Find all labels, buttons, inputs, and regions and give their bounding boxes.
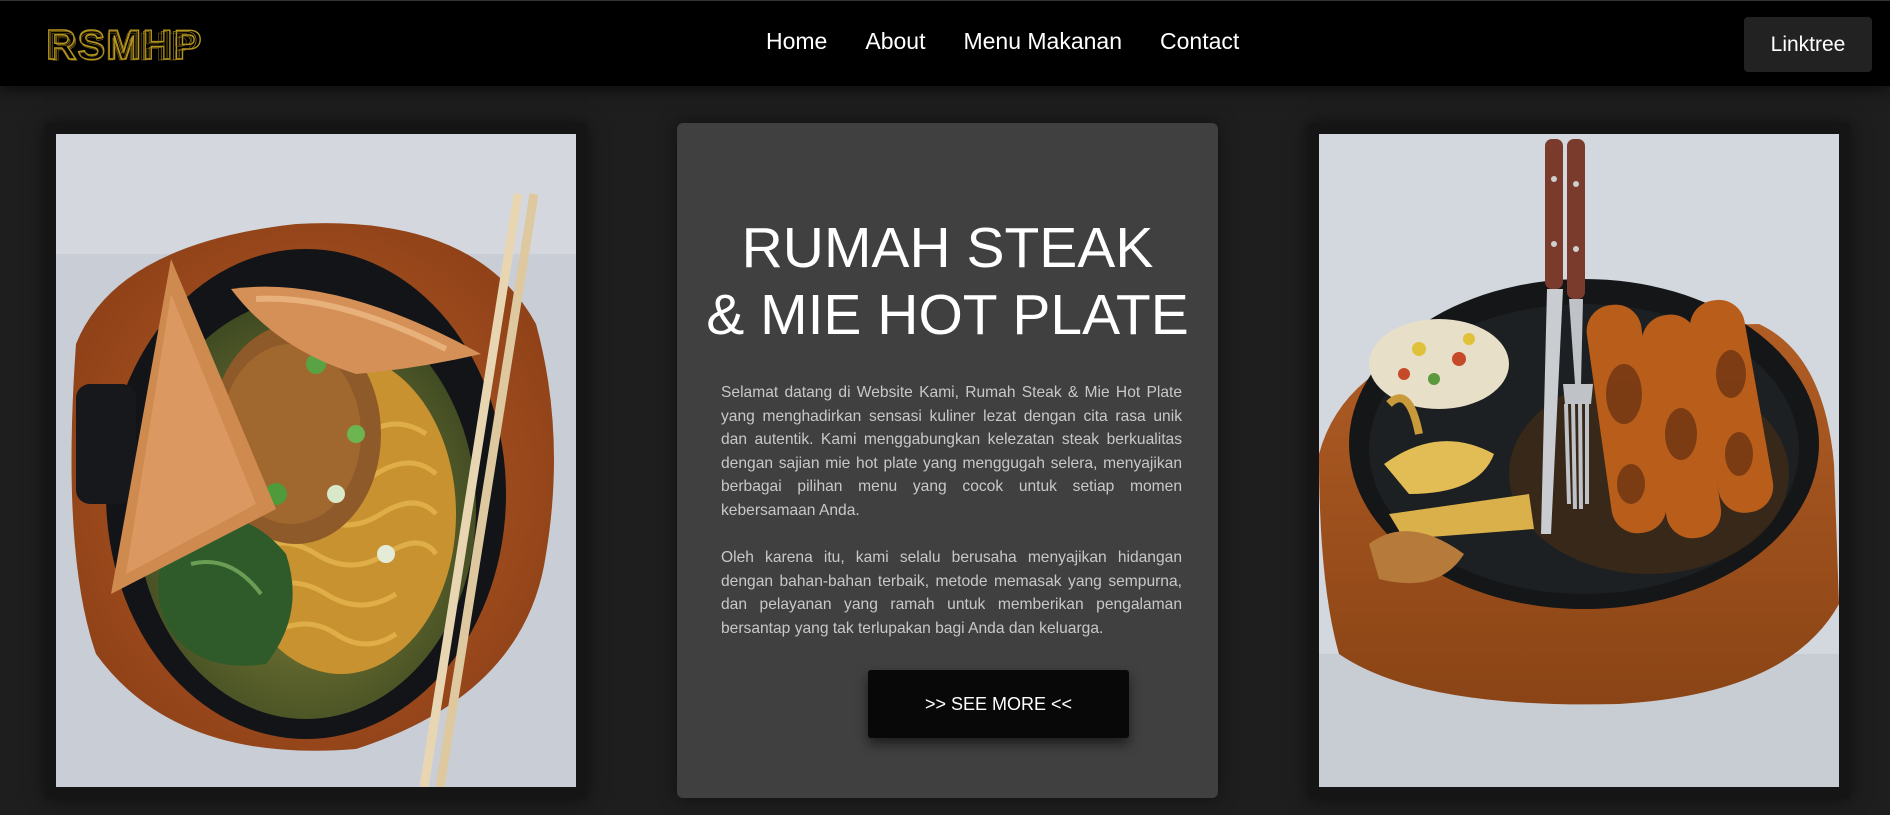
- hero-paragraph-1: Selamat datang di Website Kami, Rumah St…: [721, 384, 1182, 519]
- hero-title-line-1: RUMAH STEAK: [741, 216, 1154, 280]
- navbar: RSMHP RSMHP RSMHP Home About Menu Makana…: [0, 0, 1890, 86]
- main-nav: Home About Menu Makanan Contact: [766, 28, 1239, 55]
- nav-contact-link[interactable]: Contact: [1160, 28, 1239, 55]
- svg-text:RSMHP: RSMHP: [50, 26, 194, 67]
- brand-logo[interactable]: RSMHP RSMHP RSMHP: [44, 20, 234, 69]
- steak-hot-plate-image: [1319, 134, 1839, 787]
- hero-card: RUMAH STEAK & MIE HOT PLATE Selamat data…: [677, 123, 1218, 798]
- linktree-button[interactable]: Linktree: [1744, 17, 1872, 72]
- steak-hot-plate-photo: [1319, 134, 1839, 787]
- hero-description: Selamat datang di Website Kami, Rumah St…: [721, 381, 1182, 641]
- hero-title: RUMAH STEAK & MIE HOT PLATE: [677, 215, 1218, 349]
- right-photo-frame: [1308, 123, 1850, 799]
- hero-title-line-2: & MIE HOT PLATE: [706, 283, 1189, 347]
- mie-hot-plate-photo: [56, 134, 576, 787]
- see-more-button[interactable]: >> SEE MORE <<: [868, 670, 1129, 738]
- brand-logo-icon: RSMHP RSMHP RSMHP: [45, 20, 202, 69]
- nav-home-link[interactable]: Home: [766, 28, 827, 55]
- nav-about-link[interactable]: About: [865, 28, 925, 55]
- hero-paragraph-2: Oleh karena itu, kami selalu berusaha me…: [721, 549, 1182, 637]
- mie-hot-plate-image: [56, 134, 576, 787]
- left-photo-frame: [45, 123, 587, 799]
- nav-menu-makanan-link[interactable]: Menu Makanan: [963, 28, 1122, 55]
